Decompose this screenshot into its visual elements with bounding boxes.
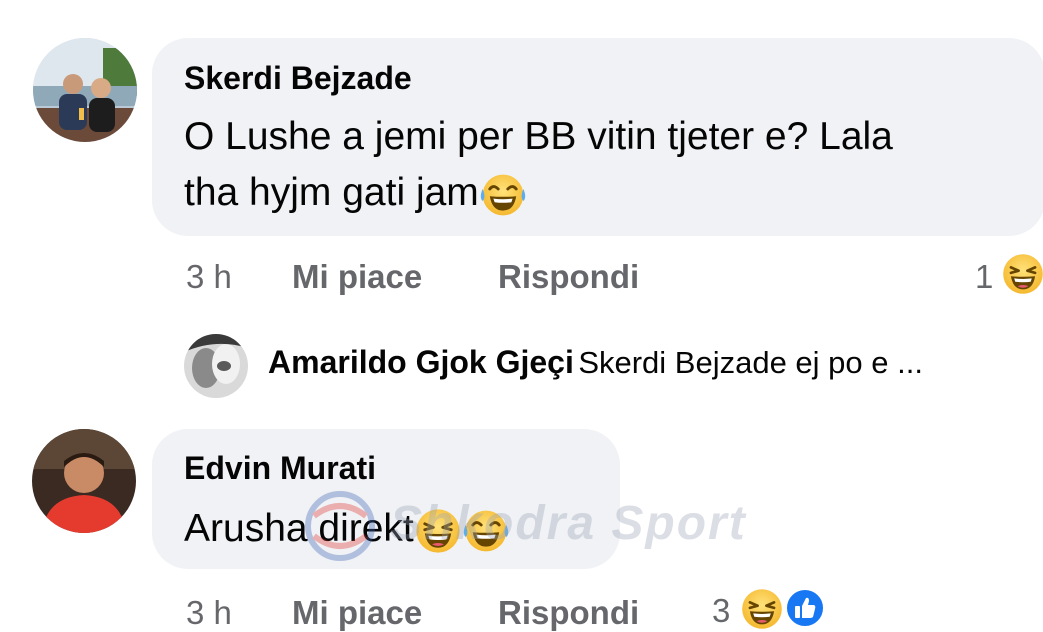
tears-of-joy-emoji-icon [479, 171, 527, 219]
comment-time[interactable]: 3 h [186, 594, 232, 632]
avatar-amarildo[interactable] [184, 334, 248, 398]
tears-of-joy-emoji-icon [462, 507, 510, 555]
profile-photo [33, 38, 137, 142]
comment-time[interactable]: 3 h [186, 258, 232, 296]
comment-text: Arusha direkt [184, 502, 510, 556]
comment-text-line2-text: tha hyjm gati jam [184, 171, 479, 214]
reply-button[interactable]: Rispondi [498, 258, 639, 296]
reaction-count[interactable]: 1 [975, 258, 993, 296]
like-button[interactable]: Mi piace [292, 594, 422, 632]
comment-text-content: Arusha direkt [184, 507, 414, 550]
reaction-count[interactable]: 3 [712, 592, 730, 630]
comment-text-line1: O Lushe a jemi per BB vitin tjeter e? La… [184, 115, 893, 158]
reply-author[interactable]: Amarildo Gjok Gjeçi [268, 344, 574, 380]
avatar-edvin-murati[interactable] [32, 429, 136, 533]
laughing-emoji-icon[interactable] [740, 587, 784, 631]
reply-preview[interactable]: Amarildo Gjok Gjeçi Skerdi Bejzade ej po… [268, 344, 923, 381]
reply-button[interactable]: Rispondi [498, 594, 639, 632]
reply-snippet: Skerdi Bejzade ej po e ... [578, 345, 923, 380]
laughing-emoji-icon[interactable] [1001, 252, 1043, 296]
like-icon[interactable] [784, 587, 826, 629]
profile-photo [32, 429, 136, 533]
comment-author[interactable]: Skerdi Bejzade [184, 60, 412, 97]
profile-photo [184, 334, 248, 398]
comment-author[interactable]: Edvin Murati [184, 450, 376, 487]
avatar-skerdi-bejzade[interactable] [33, 38, 137, 142]
smiling-emoji-icon [414, 507, 462, 555]
like-button[interactable]: Mi piace [292, 258, 422, 296]
comment-text-line2: tha hyjm gati jam [184, 166, 527, 220]
